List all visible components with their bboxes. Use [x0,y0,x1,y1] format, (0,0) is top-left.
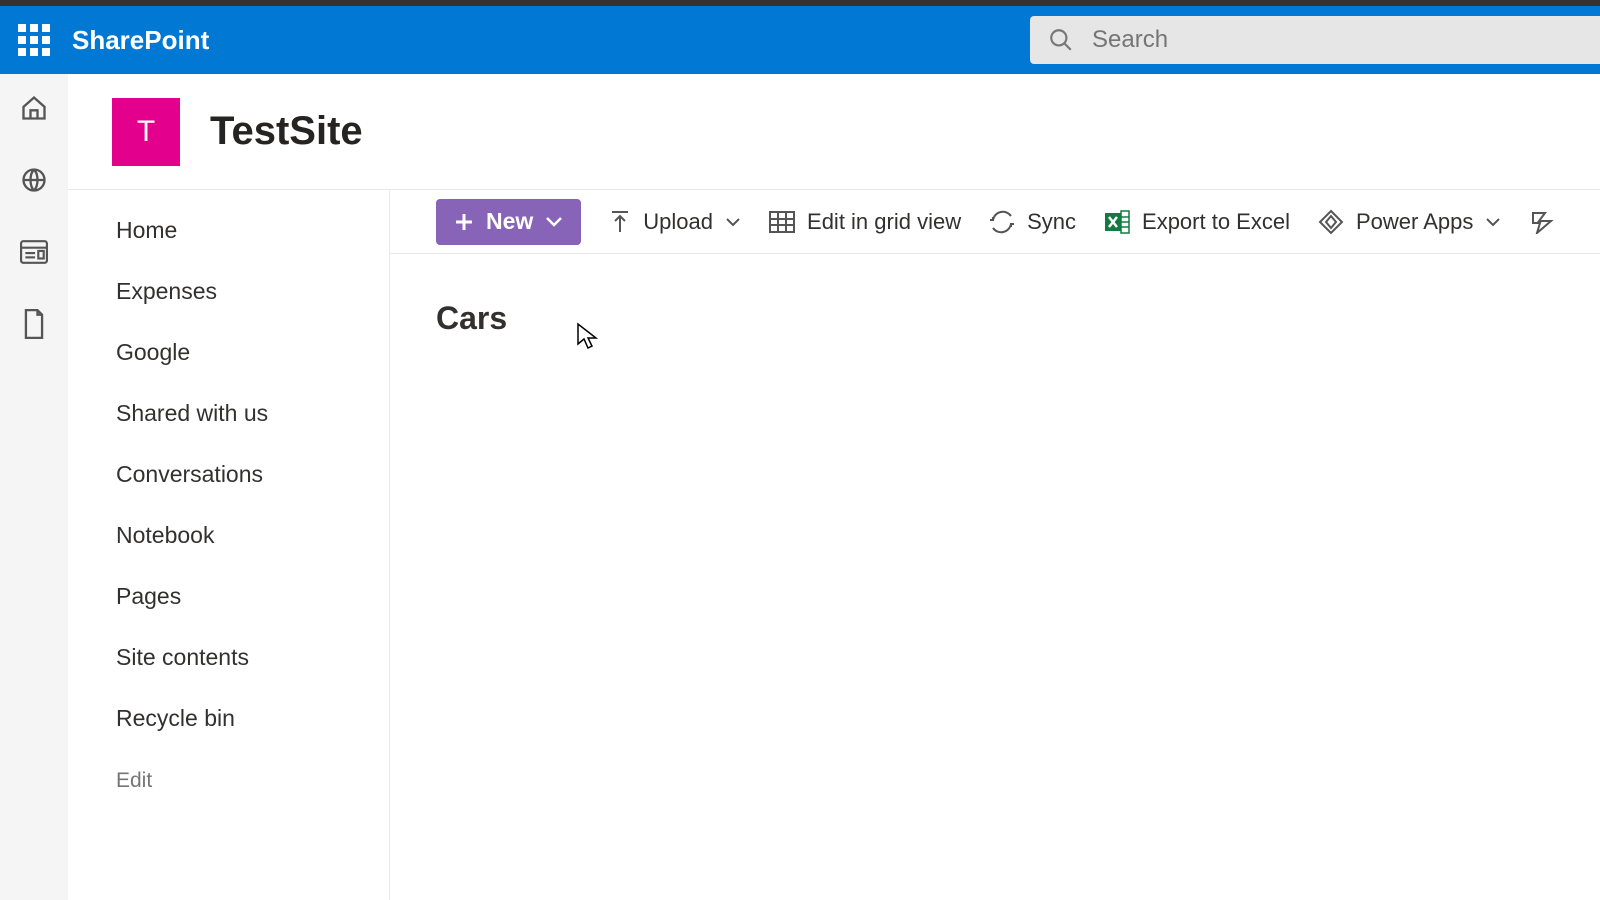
sync-label: Sync [1027,209,1076,235]
sync-button[interactable]: Sync [989,209,1076,235]
search-icon [1048,27,1074,53]
news-icon[interactable] [20,238,48,266]
nav-edit-link[interactable]: Edit [68,749,389,810]
nav-item-site-contents[interactable]: Site contents [68,627,389,688]
power-apps-label: Power Apps [1356,209,1473,235]
content-column: T TestSite Home Expenses Google Shared w… [68,74,1600,900]
waffle-icon [18,24,50,56]
nav-item-conversations[interactable]: Conversations [68,444,389,505]
nav-item-expenses[interactable]: Expenses [68,261,389,322]
nav-item-shared-with-us[interactable]: Shared with us [68,383,389,444]
upload-icon [609,210,631,234]
power-apps-icon [1318,209,1344,235]
automate-icon [1529,210,1555,234]
new-button[interactable]: New [436,199,581,245]
main-region: T TestSite Home Expenses Google Shared w… [0,74,1600,900]
site-header: T TestSite [68,74,1600,190]
chevron-down-icon [1485,217,1501,227]
new-button-label: New [486,208,533,235]
brand-label[interactable]: SharePoint [72,25,209,56]
suite-header: SharePoint [0,6,1600,74]
site-logo[interactable]: T [112,98,180,166]
power-apps-button[interactable]: Power Apps [1318,209,1501,235]
export-excel-label: Export to Excel [1142,209,1290,235]
below-header: Home Expenses Google Shared with us Conv… [68,190,1600,900]
chevron-down-icon [725,217,741,227]
edit-grid-button[interactable]: Edit in grid view [769,209,961,235]
nav-item-recycle-bin[interactable]: Recycle bin [68,688,389,749]
chevron-down-icon [545,216,563,228]
export-excel-button[interactable]: Export to Excel [1104,209,1290,235]
search-box[interactable] [1030,16,1600,64]
nav-item-notebook[interactable]: Notebook [68,505,389,566]
site-title[interactable]: TestSite [210,109,363,154]
site-nav: Home Expenses Google Shared with us Conv… [68,190,390,900]
nav-item-pages[interactable]: Pages [68,566,389,627]
sync-icon [989,210,1015,234]
search-input[interactable] [1092,26,1600,54]
home-icon[interactable] [20,94,48,122]
automate-button[interactable] [1529,210,1555,234]
file-icon[interactable] [20,310,48,338]
nav-item-home[interactable]: Home [68,200,389,261]
grid-icon [769,211,795,233]
edit-grid-label: Edit in grid view [807,209,961,235]
left-rail [0,74,68,900]
upload-label: Upload [643,209,713,235]
list-title: Cars [436,300,1600,337]
nav-item-google[interactable]: Google [68,322,389,383]
main-content: New Upload Edit in grid view S [390,190,1600,900]
globe-icon[interactable] [20,166,48,194]
command-bar: New Upload Edit in grid view S [390,190,1600,254]
excel-icon [1104,209,1130,235]
app-launcher-button[interactable] [0,6,68,74]
plus-icon [454,212,474,232]
upload-button[interactable]: Upload [609,209,741,235]
